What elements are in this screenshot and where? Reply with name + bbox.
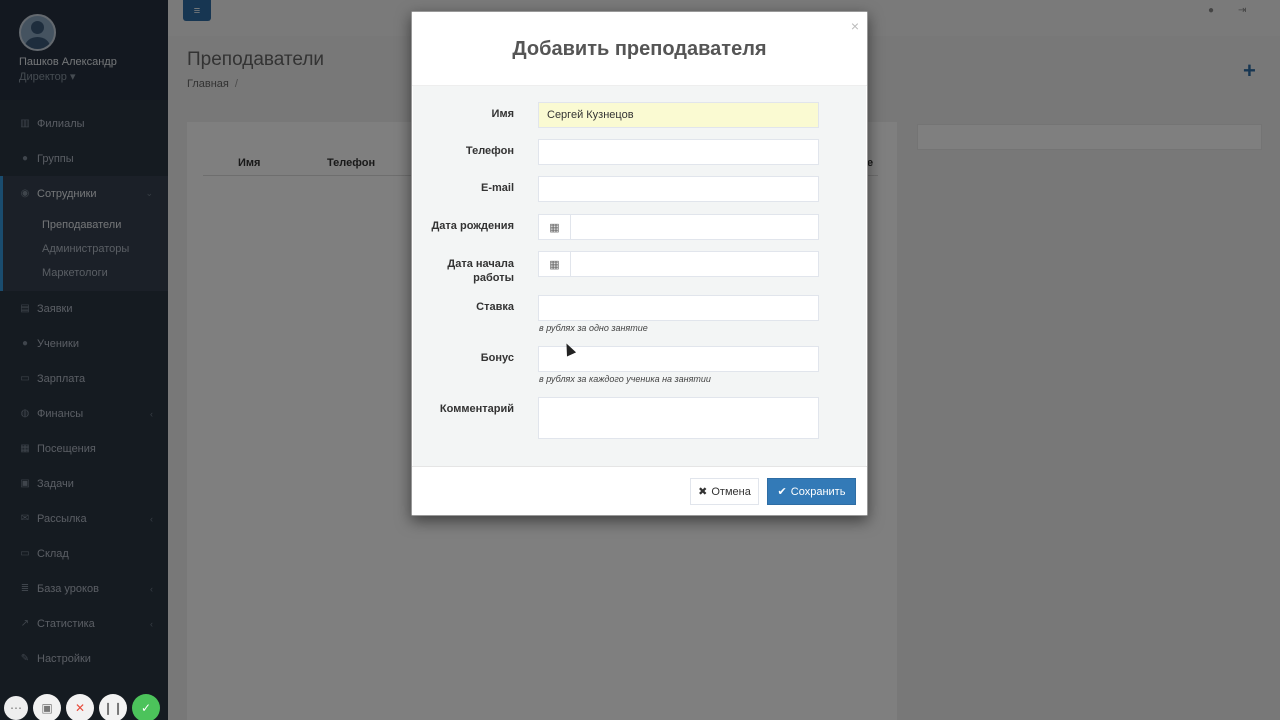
comment-label: Комментарий — [439, 403, 514, 415]
recording-toolbar: ⋯ ▣ ✕ ❙❙ ✓ — [4, 694, 160, 720]
close-icon: ✖ — [698, 486, 708, 498]
start-date-field[interactable]: ▦ — [538, 251, 819, 277]
cancel-recording-button[interactable]: ✕ — [66, 694, 94, 720]
check-icon: ✔ — [777, 486, 787, 498]
rate-help: в рублях за одно занятие — [539, 323, 648, 333]
email-field[interactable] — [538, 176, 819, 202]
modal-body: Имя Телефон E-mail Дата рождения ▦ Дата … — [413, 86, 866, 466]
phone-field[interactable] — [538, 139, 819, 165]
comment-textarea[interactable] — [538, 397, 819, 439]
save-button[interactable]: ✔ Сохранить — [767, 478, 856, 505]
bonus-help: в рублях за каждого ученика на занятии — [539, 374, 711, 384]
camera-button[interactable]: ▣ — [33, 694, 61, 720]
ellipsis-icon: ⋯ — [10, 701, 22, 715]
rate-field[interactable] — [538, 295, 819, 321]
name-label: Имя — [491, 108, 514, 120]
calendar-icon[interactable]: ▦ — [539, 252, 571, 276]
bonus-field[interactable] — [538, 346, 819, 372]
check-icon: ✓ — [140, 701, 152, 715]
camera-icon: ▣ — [41, 701, 53, 715]
calendar-icon[interactable]: ▦ — [539, 215, 571, 239]
add-teacher-modal: Добавить преподавателя × Имя Телефон E-m… — [411, 11, 868, 516]
pause-icon: ❙❙ — [102, 701, 124, 715]
birth-date-field[interactable]: ▦ — [538, 214, 819, 240]
close-icon[interactable]: × — [851, 18, 859, 34]
rate-label: Ставка — [476, 301, 514, 313]
email-label: E-mail — [480, 182, 514, 194]
phone-label: Телефон — [465, 145, 514, 157]
modal-header: Добавить преподавателя × — [412, 12, 867, 86]
finish-button[interactable]: ✓ — [132, 694, 160, 720]
more-button[interactable]: ⋯ — [4, 696, 28, 720]
close-icon: ✕ — [74, 701, 86, 715]
birth-date-label: Дата рождения — [431, 220, 514, 232]
pause-button[interactable]: ❙❙ — [99, 694, 127, 720]
bonus-label: Бонус — [480, 352, 514, 364]
modal-title: Добавить преподавателя — [512, 38, 767, 60]
modal-footer: ✖ Отмена ✔ Сохранить — [412, 466, 867, 515]
cancel-button[interactable]: ✖ Отмена — [690, 478, 759, 505]
name-field[interactable] — [538, 102, 819, 128]
start-date-label: Дата начала работы — [447, 258, 514, 284]
